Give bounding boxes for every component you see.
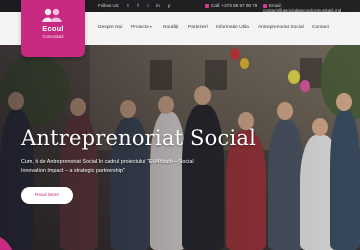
- logo-text-comunitatii: Comunitatii: [42, 34, 64, 39]
- linkedin-icon[interactable]: in: [155, 3, 161, 9]
- nav-item-despre-noi[interactable]: Despre Noi: [98, 25, 122, 30]
- twitter-icon[interactable]: t: [125, 3, 131, 9]
- nav-item-proiecte[interactable]: Proiecte▾: [131, 25, 152, 30]
- hero-subtitle: Cum, ti de Antreprenoriat Social în cadr…: [21, 159, 194, 174]
- read-more-button[interactable]: Read More: [21, 187, 73, 204]
- hero-title: Antreprenoriat Social: [21, 126, 257, 150]
- nav-item-antreprenoriat-social[interactable]: Antreprenoriat Social: [258, 25, 304, 30]
- nav-item-contact[interactable]: Contact: [312, 25, 329, 30]
- follow-us-label: Follow Us:: [98, 3, 120, 8]
- corner-accent-icon: [0, 237, 12, 250]
- nav-item-noutati[interactable]: Noutăți: [163, 25, 179, 30]
- logo-text-ecoul: Ecoul: [42, 24, 64, 33]
- site-logo[interactable]: Ecoul Comunitatii: [21, 0, 85, 57]
- instagram-icon[interactable]: i: [145, 3, 151, 9]
- chevron-down-icon: ▾: [149, 25, 152, 29]
- phone-contact[interactable]: Call: +373 68 57 08 79: [205, 3, 257, 8]
- phone-icon: [205, 3, 209, 8]
- youtube-icon[interactable]: y: [166, 3, 172, 9]
- nav-item-label: Proiecte: [131, 25, 149, 30]
- nav-item-informatie-utila[interactable]: Informatie Utila: [216, 25, 249, 30]
- nav-item-parteneri[interactable]: Parteneri: [188, 25, 208, 30]
- phone-text: Call: +373 68 57 08 79: [211, 3, 258, 8]
- logo-mark-icon: [42, 8, 62, 22]
- facebook-icon[interactable]: f: [135, 3, 141, 9]
